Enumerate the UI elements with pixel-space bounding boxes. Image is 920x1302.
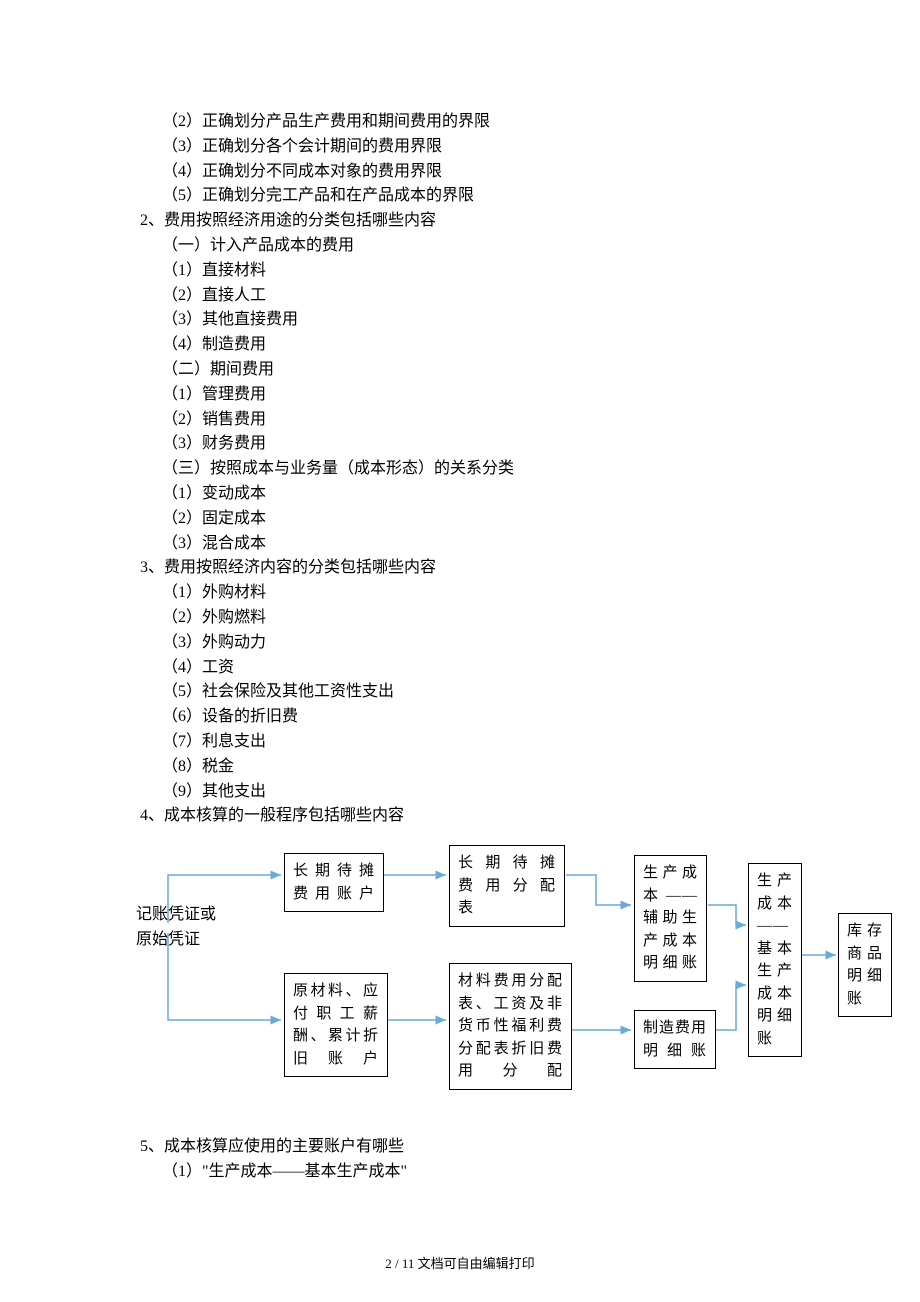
flow-source-label: 记账凭证或 原始凭证 — [136, 903, 216, 953]
text: 货币性福利费 — [458, 1015, 563, 1038]
flow-box-longterm-account: 长期待摊 费用账户 — [284, 853, 384, 912]
text: 本—— — [643, 885, 698, 908]
text: 成本 — [757, 983, 793, 1006]
text-line: 3、费用按照经济内容的分类包括哪些内容 — [140, 556, 860, 581]
text-line: （1）直接材料 — [140, 259, 860, 284]
text: 明细 — [847, 965, 883, 988]
flow-box-materials-account: 原材料、应 付职工薪 酬、累计折 旧账户 — [284, 973, 388, 1077]
text: 表、工资及非 — [458, 993, 563, 1016]
text: 材料费用分配 — [458, 970, 563, 993]
text: 明细账 — [643, 952, 698, 975]
text: 基本 — [757, 938, 793, 961]
text-line: （1）变动成本 — [140, 482, 860, 507]
text-line: （三）按照成本与业务量（成本形态）的关系分类 — [140, 457, 860, 482]
text-line: （1）外购材料 — [140, 581, 860, 606]
flowchart: 记账凭证或 原始凭证 长期待摊 费用账户 长期待摊 费用分配 表 原材料、应 付… — [136, 835, 896, 1095]
text: 记账凭证或 — [136, 903, 216, 928]
text: 表 — [458, 897, 556, 920]
text-line: （2）外购燃料 — [140, 606, 860, 631]
text-line: （1）管理费用 — [140, 383, 860, 408]
text-line: （2）固定成本 — [140, 507, 860, 532]
text: 费用分配 — [458, 875, 556, 898]
text-line: 5、成本核算应使用的主要账户有哪些 — [140, 1135, 860, 1160]
flow-box-aux-cost: 生产成 本—— 辅助生 产成本 明细账 — [634, 855, 707, 982]
text: 原始凭证 — [136, 928, 216, 953]
text: 成本 — [757, 893, 793, 916]
text-line: 2、费用按照经济用途的分类包括哪些内容 — [140, 209, 860, 234]
text-line: （1）"生产成本——基本生产成本" — [140, 1160, 860, 1185]
text: 辅助生 — [643, 907, 698, 930]
text-line: （2）正确划分产品生产费用和期间费用的界限 — [140, 110, 860, 135]
flow-box-materials-alloc: 材料费用分配 表、工资及非 货币性福利费 分配表折旧费 用分配 — [449, 963, 572, 1090]
text-line: （3）混合成本 — [140, 532, 860, 557]
text-line: （一）计入产品成本的费用 — [140, 234, 860, 259]
text: 生产 — [757, 870, 793, 893]
flow-box-inventory: 库存 商品 明细 账 — [838, 913, 892, 1017]
text: 库存 — [847, 920, 883, 943]
text: 用分配 — [458, 1060, 563, 1083]
text-line: 4、成本核算的一般程序包括哪些内容 — [140, 804, 860, 829]
text-line: （3）财务费用 — [140, 432, 860, 457]
text: 付职工薪 — [293, 1003, 379, 1026]
text-line: （5）正确划分完工产品和在产品成本的界限 — [140, 184, 860, 209]
text: 生产成 — [643, 862, 698, 885]
text: 账 — [847, 988, 883, 1011]
text: 原材料、应 — [293, 980, 379, 1003]
text: 商品 — [847, 943, 883, 966]
page-content: （2）正确划分产品生产费用和期间费用的界限（3）正确划分各个会计期间的费用界限（… — [0, 0, 920, 1185]
text: 生产 — [757, 960, 793, 983]
text-line: （3）正确划分各个会计期间的费用界限 — [140, 135, 860, 160]
flow-box-basic-cost: 生产 成本 —— 基本 生产 成本 明细 账 — [748, 863, 802, 1057]
text-line: （4）工资 — [140, 656, 860, 681]
flow-box-mfg-expense: 制造费用 明细账 — [634, 1010, 716, 1069]
text: 长期待摊 — [293, 860, 375, 883]
text: 账 — [757, 1028, 793, 1051]
text-line: （4）正确划分不同成本对象的费用界限 — [140, 160, 860, 185]
text-line: （5）社会保险及其他工资性支出 — [140, 680, 860, 705]
text: 明细 — [757, 1005, 793, 1028]
text-line: （3）外购动力 — [140, 631, 860, 656]
text: —— — [757, 915, 793, 938]
text-line: （7）利息支出 — [140, 730, 860, 755]
text: 分配表折旧费 — [458, 1038, 563, 1061]
text: 费用账户 — [293, 883, 375, 906]
text-line: （6）设备的折旧费 — [140, 705, 860, 730]
text: 长期待摊 — [458, 852, 556, 875]
text: 明细账 — [643, 1040, 707, 1063]
text: 产成本 — [643, 930, 698, 953]
text-line: （二）期间费用 — [140, 358, 860, 383]
text: 旧账户 — [293, 1048, 379, 1071]
text: 制造费用 — [643, 1017, 707, 1040]
text-line: （2）直接人工 — [140, 284, 860, 309]
text-line: （2）销售费用 — [140, 408, 860, 433]
text-line: （9）其他支出 — [140, 780, 860, 805]
text-line: （8）税金 — [140, 755, 860, 780]
text-line: （3）其他直接费用 — [140, 308, 860, 333]
page-footer: 2 / 11 文档可自由编辑打印 — [0, 1253, 920, 1272]
flow-box-longterm-alloc: 长期待摊 费用分配 表 — [449, 845, 565, 927]
text-line: （4）制造费用 — [140, 333, 860, 358]
text: 酬、累计折 — [293, 1025, 379, 1048]
